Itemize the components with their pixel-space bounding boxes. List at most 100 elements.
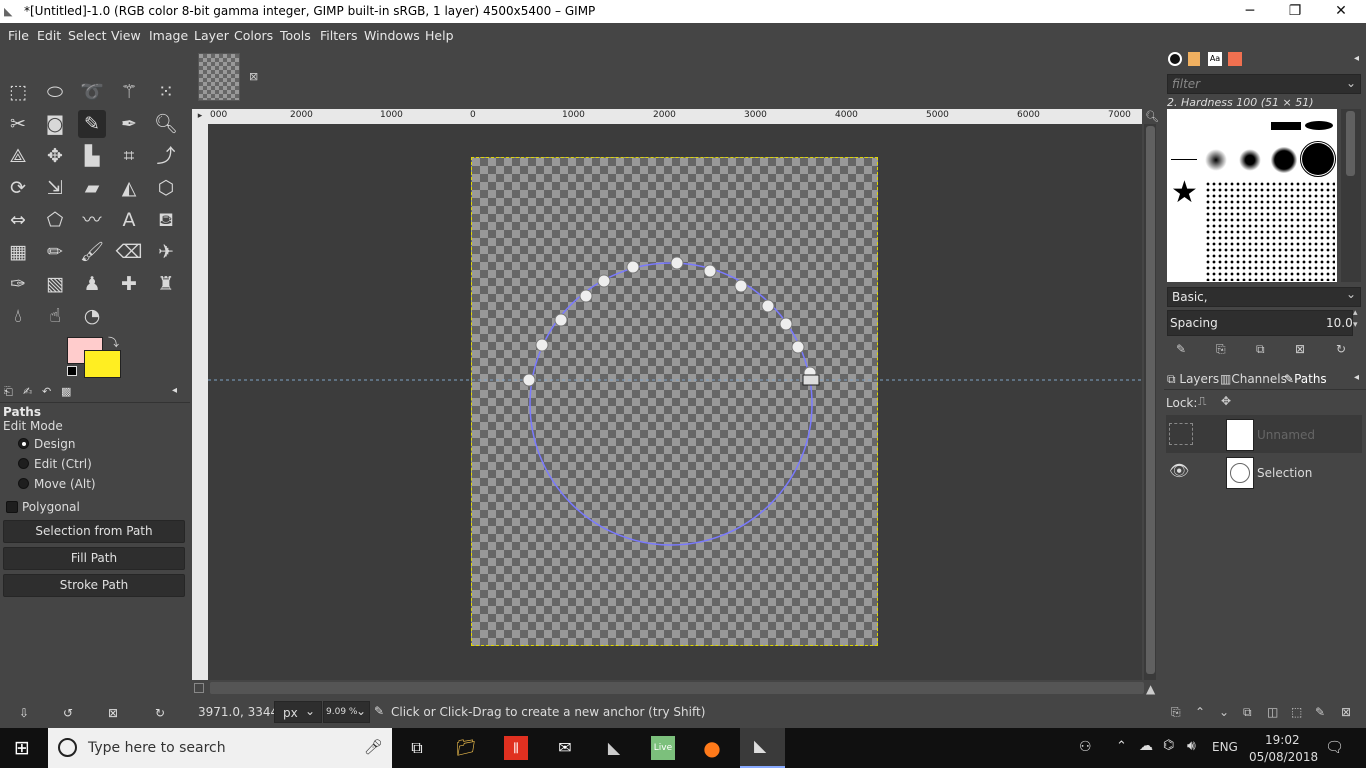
- menu-select[interactable]: Select: [68, 28, 107, 43]
- measure-icon[interactable]: ⟁: [4, 142, 32, 170]
- edit-radio[interactable]: [18, 458, 29, 469]
- visibility-toggle[interactable]: [1169, 423, 1193, 445]
- fill-path-button[interactable]: Fill Path: [3, 547, 185, 570]
- menu-file[interactable]: File: [8, 28, 29, 43]
- panel-menu-icon[interactable]: ◂: [1354, 372, 1359, 383]
- quick-mask-corner-icon[interactable]: ▸: [192, 109, 208, 124]
- paths-tool-icon[interactable]: ✎: [78, 110, 106, 138]
- tool-options-tab-icon[interactable]: ⎗: [4, 385, 13, 399]
- spacing-down-icon[interactable]: ▾: [1353, 320, 1358, 330]
- minimize-button[interactable]: ─: [1227, 0, 1273, 23]
- shear-icon[interactable]: ▰: [78, 174, 106, 202]
- ellipse-select-icon[interactable]: ⬭: [41, 78, 69, 106]
- maximize-button[interactable]: ❐: [1272, 0, 1318, 23]
- polygonal-checkbox[interactable]: [6, 501, 18, 513]
- restore-options-icon[interactable]: ↺: [63, 706, 73, 720]
- clone-icon[interactable]: ♟: [78, 270, 106, 298]
- swap-colors-icon[interactable]: ⤵: [108, 334, 119, 350]
- scale-icon[interactable]: ⇲: [41, 174, 69, 202]
- background-color-swatch[interactable]: [84, 350, 121, 378]
- tab-channels[interactable]: ▥Channels: [1220, 372, 1287, 386]
- panel-menu-icon[interactable]: ◂: [172, 385, 177, 396]
- texture-brushes[interactable]: [1205, 181, 1335, 281]
- menu-filters[interactable]: Filters: [320, 28, 357, 43]
- notifications-icon[interactable]: 🗨︎: [1325, 738, 1344, 756]
- selected-brush-preview[interactable]: [1300, 141, 1336, 177]
- zoom-select[interactable]: 9.09 % ⌄: [323, 701, 370, 723]
- rotate-icon[interactable]: ⟳: [4, 174, 32, 202]
- menu-help[interactable]: Help: [425, 28, 454, 43]
- windows-start-icon[interactable]: ⊞: [14, 737, 30, 759]
- refresh-brushes-icon[interactable]: ↻: [1336, 342, 1346, 356]
- patterns-tab-icon[interactable]: [1188, 52, 1200, 66]
- microphone-icon[interactable]: 🎤︎: [364, 738, 383, 756]
- default-colors-icon[interactable]: [67, 366, 77, 376]
- fuzzy-select-icon[interactable]: ⚚: [115, 78, 143, 106]
- spacing-slider[interactable]: Spacing 10.0: [1167, 310, 1353, 336]
- device-status-tab-icon[interactable]: ✍: [23, 385, 32, 398]
- new-path-icon[interactable]: ⎘: [1171, 705, 1181, 720]
- crop-icon[interactable]: ⌗: [115, 142, 143, 170]
- network-icon[interactable]: ⌬: [1163, 738, 1174, 753]
- brush-grid[interactable]: ★: [1167, 109, 1337, 282]
- path-row-unnamed[interactable]: Unnamed: [1166, 415, 1362, 453]
- brush-preview[interactable]: [1271, 122, 1301, 130]
- delete-brush-icon[interactable]: ⊠: [1295, 342, 1305, 356]
- tab-layers[interactable]: ⧉ Layers: [1167, 372, 1219, 387]
- close-image-icon[interactable]: ⊠: [249, 70, 258, 83]
- zoom-image-icon[interactable]: 🔍︎: [1145, 110, 1159, 123]
- path-to-selection-icon[interactable]: ◫: [1267, 705, 1278, 719]
- task-view-icon[interactable]: ⧉: [405, 736, 429, 760]
- chevron-down-icon[interactable]: ⌄: [1346, 287, 1356, 301]
- app-icon-red[interactable]: ⫼: [504, 736, 528, 760]
- show-hidden-icons-icon[interactable]: ⌃: [1116, 739, 1127, 754]
- paintbrush-icon[interactable]: 🖌︎: [78, 238, 106, 266]
- file-explorer-icon[interactable]: 📁︎: [454, 736, 478, 760]
- path-row-selection[interactable]: 👁︎ Selection: [1166, 453, 1362, 491]
- brush-preview[interactable]: [1305, 121, 1333, 130]
- perspective-icon[interactable]: ⬡: [152, 174, 180, 202]
- panel-menu-icon[interactable]: ◂: [1354, 53, 1359, 64]
- lock-position-icon[interactable]: ✥: [1221, 394, 1231, 408]
- color-picker-icon[interactable]: ✒: [115, 110, 143, 138]
- mypaint-brush-icon[interactable]: ▧: [41, 270, 69, 298]
- chevron-down-icon[interactable]: ⌄: [1346, 76, 1356, 90]
- clock-date[interactable]: 05/08/2018: [1249, 750, 1318, 764]
- smudge-icon[interactable]: ☝: [41, 302, 69, 330]
- reset-options-icon[interactable]: ↻: [155, 706, 165, 720]
- menu-edit[interactable]: Edit: [37, 28, 61, 43]
- bucket-fill-icon[interactable]: ⛾: [152, 206, 180, 234]
- dodge-burn-icon[interactable]: ◔: [78, 302, 106, 330]
- undo-history-tab-icon[interactable]: ↶: [42, 385, 51, 398]
- brushes-tab-icon[interactable]: [1168, 52, 1182, 66]
- brush-filter-input[interactable]: filter: [1167, 74, 1361, 94]
- design-radio[interactable]: [18, 438, 29, 449]
- people-icon[interactable]: ⚇: [1079, 739, 1092, 755]
- unified-transform-icon[interactable]: ⤴: [152, 142, 180, 170]
- edit-brush-icon[interactable]: ✎: [1176, 342, 1186, 356]
- navigate-icon[interactable]: [194, 683, 204, 693]
- duplicate-path-icon[interactable]: ⧉: [1243, 705, 1252, 720]
- color-select-icon[interactable]: ⁙: [152, 78, 180, 106]
- align-icon[interactable]: ▙: [78, 142, 106, 170]
- menu-tools[interactable]: Tools: [280, 28, 311, 43]
- flip-icon[interactable]: ◭: [115, 174, 143, 202]
- warp-transform-icon[interactable]: 〰: [78, 206, 106, 234]
- brush-preview[interactable]: [1171, 159, 1197, 160]
- language-indicator[interactable]: ENG: [1212, 740, 1238, 754]
- document-history-tab-icon[interactable]: [1228, 52, 1242, 66]
- anchor-points[interactable]: [522, 256, 817, 387]
- stroke-path-button[interactable]: Stroke Path: [3, 574, 185, 597]
- selection-from-path-button[interactable]: Selection from Path: [3, 520, 185, 543]
- airbrush-icon[interactable]: ✈: [152, 238, 180, 266]
- heal-icon[interactable]: ✚: [115, 270, 143, 298]
- scissors-icon[interactable]: ✂: [4, 110, 32, 138]
- taskbar-search[interactable]: Type here to search 🎤︎: [48, 728, 392, 768]
- menu-image[interactable]: Image: [149, 28, 188, 43]
- brush-preset-select[interactable]: Basic,: [1167, 287, 1361, 307]
- duplicate-brush-icon[interactable]: ⧉: [1256, 342, 1265, 357]
- cage-transform-icon[interactable]: ⬠: [41, 206, 69, 234]
- eraser-icon[interactable]: ⌫: [115, 238, 143, 266]
- menu-view[interactable]: View: [111, 28, 141, 43]
- mail-icon[interactable]: ✉: [553, 736, 577, 760]
